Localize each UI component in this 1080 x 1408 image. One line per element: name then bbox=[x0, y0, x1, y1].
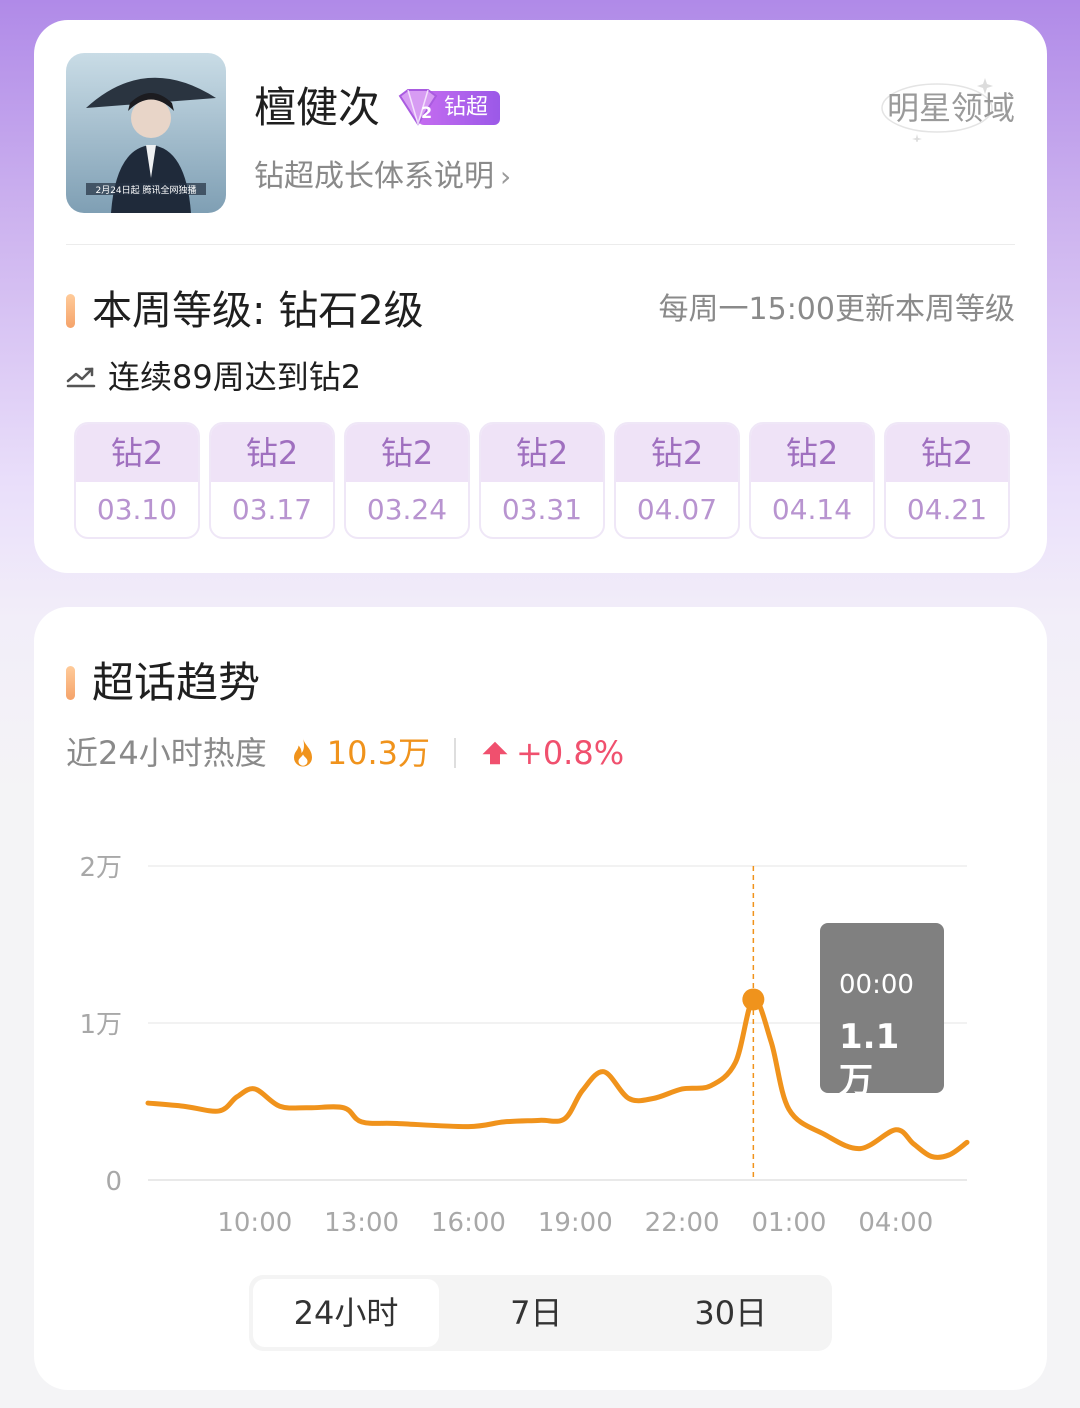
diamond-badge[interactable]: 2 钻超 bbox=[394, 89, 501, 127]
domain-label: 明星领域 bbox=[886, 89, 1015, 127]
week-level: 钻2 bbox=[346, 424, 468, 482]
level-card: 2月24日起 腾讯全网独播 檀健次 2 钻超 钻超成长体系说明 › 明星领域 本周… bbox=[34, 20, 1047, 573]
section-accent-bar bbox=[66, 294, 75, 328]
x-tick-label: 19:00 bbox=[538, 1208, 613, 1238]
x-tick-label: 22:00 bbox=[645, 1208, 720, 1238]
divider bbox=[66, 244, 1015, 245]
week-level: 钻2 bbox=[211, 424, 333, 482]
week-date: 04.07 bbox=[636, 493, 718, 526]
tab-7d[interactable]: 7日 bbox=[439, 1279, 634, 1347]
streak-text: 连续89周达到钻2 bbox=[108, 358, 362, 396]
avatar-caption: 2月24日起 腾讯全网独播 bbox=[95, 184, 196, 196]
weekly-levels: 钻2 03.10 钻2 03.17 钻2 03.24 钻2 03.31 钻2 04.07 … bbox=[74, 422, 1010, 539]
week-date: 04.14 bbox=[771, 493, 853, 526]
avatar[interactable]: 2月24日起 腾讯全网独播 bbox=[66, 53, 226, 213]
week-cell: 钻2 04.14 bbox=[749, 422, 875, 539]
chevron-right-icon: › bbox=[500, 160, 512, 193]
week-date: 03.10 bbox=[96, 493, 178, 526]
week-cell: 钻2 04.07 bbox=[614, 422, 740, 539]
highlight-point bbox=[742, 988, 765, 1011]
week-date: 03.24 bbox=[366, 493, 448, 526]
y-tick-label: 1万 bbox=[79, 1010, 122, 1040]
x-tick-label: 13:00 bbox=[324, 1208, 399, 1238]
star-domain-link[interactable]: 明星领域 bbox=[881, 78, 1015, 142]
growth-system-link[interactable]: 钻超成长体系说明 › bbox=[254, 157, 511, 197]
week-cell: 钻2 04.21 bbox=[884, 422, 1010, 539]
svg-text:2: 2 bbox=[421, 103, 432, 122]
trend-up-icon bbox=[66, 367, 96, 388]
week-cell: 钻2 03.24 bbox=[344, 422, 470, 539]
diamond-icon: 2 bbox=[398, 89, 438, 127]
y-tick-label: 2万 bbox=[79, 853, 122, 883]
x-tick-label: 04:00 bbox=[858, 1208, 933, 1238]
week-cell: 钻2 03.31 bbox=[479, 422, 605, 539]
week-level: 钻2 bbox=[616, 424, 738, 482]
x-tick-label: 01:00 bbox=[751, 1208, 826, 1238]
week-cell: 钻2 03.17 bbox=[209, 422, 335, 539]
tab-24h[interactable]: 24小时 bbox=[253, 1279, 439, 1347]
week-date: 03.31 bbox=[501, 493, 583, 526]
update-note: 每周一15:00更新本周等级 bbox=[658, 292, 1015, 327]
x-tick-label: 16:00 bbox=[431, 1208, 506, 1238]
week-level: 钻2 bbox=[481, 424, 603, 482]
week-date: 04.21 bbox=[906, 493, 988, 526]
week-level: 钻2 bbox=[76, 424, 198, 482]
time-range-tabs: 24小时 7日 30日 bbox=[249, 1275, 832, 1351]
tooltip-time: 00:00 bbox=[839, 970, 914, 1000]
star-name: 檀健次 bbox=[254, 83, 381, 132]
y-tick-label: 0 bbox=[105, 1167, 122, 1197]
tooltip-value: 1.1 万 bbox=[839, 1017, 900, 1101]
chart-tooltip: 00:00 1.1 万 bbox=[820, 923, 944, 1101]
x-tick-label: 10:00 bbox=[217, 1208, 292, 1238]
week-level: 钻2 bbox=[886, 424, 1008, 482]
weekly-level-title: 本周等级: 钻石2级 bbox=[92, 288, 424, 334]
trend-card: 超话趋势 近24小时热度 10.3万 +0.8% 0 1万 2万 10:00 13:00… bbox=[34, 607, 1047, 1390]
streak-row: 连续89周达到钻2 bbox=[66, 356, 361, 398]
growth-link-label: 钻超成长体系说明 bbox=[254, 159, 494, 194]
week-level: 钻2 bbox=[751, 424, 873, 482]
week-date: 03.17 bbox=[231, 493, 313, 526]
week-cell: 钻2 03.10 bbox=[74, 422, 200, 539]
tab-30d[interactable]: 30日 bbox=[634, 1279, 829, 1347]
